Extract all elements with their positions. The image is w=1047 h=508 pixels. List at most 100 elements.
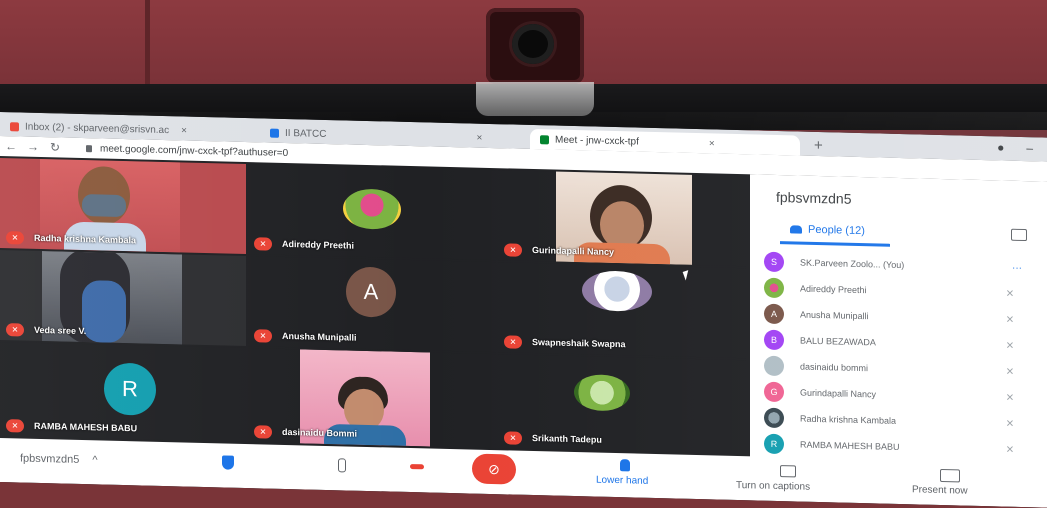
host-controls-icon[interactable] — [222, 455, 234, 470]
person-name: BALU BEZAWADA — [800, 335, 876, 348]
raise-hand-label[interactable]: Lower hand — [596, 475, 648, 487]
camera-toggle-button[interactable]: ⊘ — [472, 453, 516, 485]
profile-icon[interactable]: ● — [997, 140, 1004, 154]
lock-icon — [86, 144, 92, 152]
avatar — [764, 407, 784, 429]
gmail-icon — [10, 121, 19, 131]
participant-name: Adireddy Preethi — [282, 238, 355, 251]
chevron-up-icon: ^ — [92, 454, 98, 467]
person-name: RAMBA MAHESH BABU — [800, 439, 900, 452]
clothing — [82, 280, 126, 344]
url-text: meet.google.com/jnw-cxck-tpf?authuser=0 — [100, 142, 289, 159]
participant-tile[interactable]: ✕ Srikanth Tadepu — [498, 354, 746, 455]
people-panel: fpbsvmzdn5 People (12) S SK.Parveen Zool… — [750, 174, 1047, 466]
reload-button[interactable]: ↻ — [44, 140, 66, 155]
mic-off-icon: ✕ — [1005, 392, 1015, 404]
avatar — [764, 277, 784, 299]
participant-tile[interactable]: ✕ Adireddy Preethi — [248, 164, 496, 261]
mic-off-icon: ✕ — [504, 335, 522, 349]
participant-tile[interactable]: A ✕ Anusha Munipalli — [248, 256, 496, 353]
avatar — [764, 355, 784, 377]
back-button[interactable]: ← — [0, 139, 22, 154]
more-options-icon[interactable]: ··· — [1012, 262, 1022, 273]
mic-off-icon: ✕ — [504, 243, 522, 257]
person-name: dasinaidu bommi — [800, 361, 869, 374]
tab-label: Inbox (2) - skparveen@srisvn.ac — [25, 121, 170, 136]
mic-off-icon: ✕ — [6, 231, 24, 245]
avatar: G — [764, 381, 784, 403]
webcam-lens — [512, 24, 554, 64]
tab-people[interactable]: People (12) — [790, 223, 865, 237]
window-controls: ● – — [997, 140, 1033, 155]
participant-avatar — [582, 270, 652, 312]
mic-off-icon: ✕ — [254, 329, 272, 343]
meeting-code: fpbsvmzdn5 — [20, 452, 80, 466]
avatar: B — [764, 329, 784, 351]
monitor-screen: Inbox (2) - skparveen@srisvn.ac × II BAT… — [0, 112, 1047, 508]
leave-call-button[interactable] — [410, 464, 424, 470]
mic-off-icon: ✕ — [254, 237, 272, 251]
classroom-icon — [270, 128, 279, 138]
mic-off-icon: ✕ — [1005, 340, 1015, 352]
meet-icon — [540, 134, 549, 144]
present-label[interactable]: Present now — [912, 484, 968, 496]
active-tab-indicator — [780, 241, 890, 247]
mic-off-icon: ✕ — [1005, 288, 1015, 300]
participant-tile[interactable]: ✕ dasinaidu Bommi — [248, 348, 496, 449]
person-name: Adireddy Preethi — [800, 283, 867, 296]
participant-name: dasinaidu Bommi — [282, 426, 358, 439]
tab-people-label: People (12) — [808, 223, 865, 238]
face-mask — [82, 194, 126, 218]
close-icon[interactable]: × — [709, 138, 715, 149]
avatar: R — [764, 433, 784, 455]
participant-name: Veda sree V. — [34, 324, 87, 337]
webcam-clip — [476, 82, 594, 116]
participant-tile[interactable]: ✕ Radha krishna Kambala — [0, 158, 246, 255]
microphone-button[interactable] — [338, 458, 346, 473]
close-icon[interactable]: × — [181, 125, 187, 136]
participant-tile[interactable]: ✕ Swapneshaik Swapna — [498, 262, 746, 359]
mic-off-icon: ✕ — [1005, 444, 1015, 456]
people-icon — [790, 225, 802, 234]
participant-name: Gurindapalli Nancy — [532, 245, 615, 258]
participant-tile[interactable]: ✕ Veda sree V. — [0, 250, 246, 347]
participant-avatar: A — [346, 266, 396, 318]
webcam — [486, 8, 584, 84]
mic-off-icon: ✕ — [1005, 314, 1015, 326]
tab-label: Meet - jnw-cxck-tpf — [555, 134, 639, 148]
minimize-button[interactable]: – — [1026, 141, 1033, 155]
mic-off-icon: ✕ — [1005, 418, 1015, 430]
participant-name: Swapneshaik Swapna — [532, 337, 626, 350]
participant-avatar: R — [104, 362, 156, 416]
url-field[interactable]: meet.google.com/jnw-cxck-tpf?authuser=0 — [86, 143, 288, 159]
panel-title: fpbsvmzdn5 — [776, 188, 852, 207]
tab-label: II BATCC — [285, 127, 327, 140]
participant-tile[interactable]: R ✕ RAMBA MAHESH BABU — [0, 342, 246, 443]
new-tab-button[interactable]: + — [814, 136, 823, 156]
participant-name: RAMBA MAHESH BABU — [34, 420, 138, 434]
participant-avatar — [343, 188, 401, 230]
mic-off-icon: ✕ — [6, 323, 24, 337]
meeting-details-button[interactable]: fpbsvmzdn5 ^ — [20, 452, 98, 466]
participant-name: Srikanth Tadepu — [532, 433, 602, 445]
captions-icon[interactable] — [780, 465, 796, 478]
mic-off-icon: ✕ — [254, 425, 272, 439]
forward-button[interactable]: → — [22, 140, 44, 155]
person-name: Anusha Munipalli — [800, 309, 869, 322]
mic-off-icon: ✕ — [1005, 366, 1015, 378]
avatar: S — [764, 251, 784, 273]
avatar: A — [764, 303, 784, 325]
person-name: SK.Parveen Zoolo... (You) — [800, 257, 905, 271]
participant-grid: ✕ Radha krishna Kambala ✕ Adireddy Preet… — [0, 158, 746, 455]
mic-off-icon: ✕ — [6, 419, 24, 433]
person-name: Radha krishna Kambala — [800, 413, 897, 426]
chat-icon[interactable] — [1011, 228, 1027, 242]
raise-hand-icon[interactable] — [620, 459, 630, 472]
close-icon[interactable]: × — [476, 132, 482, 143]
participant-tile[interactable]: ✕ Gurindapalli Nancy — [498, 170, 746, 267]
participant-avatar — [574, 374, 630, 412]
participant-name: Anusha Munipalli — [282, 330, 357, 343]
people-list: S SK.Parveen Zoolo... (You) ··· Adireddy… — [764, 249, 1034, 464]
person-name: Gurindapalli Nancy — [800, 387, 877, 400]
present-screen-icon[interactable] — [940, 468, 960, 483]
